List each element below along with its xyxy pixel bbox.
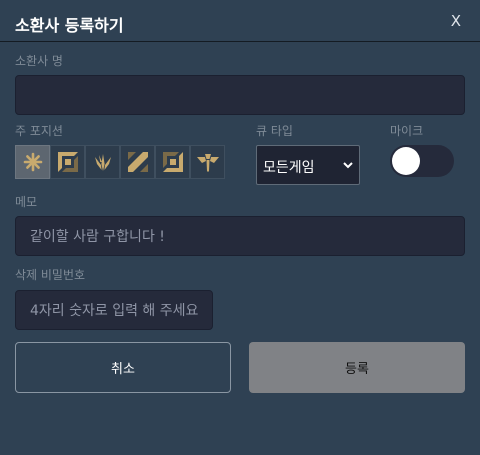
position-support-button[interactable] bbox=[190, 145, 225, 179]
memo-input[interactable]: 같이할 사람 구합니다 ! bbox=[15, 216, 465, 256]
toggle-knob bbox=[392, 147, 420, 175]
all-positions-icon bbox=[23, 152, 42, 172]
position-selector bbox=[15, 145, 225, 179]
position-top-button[interactable] bbox=[50, 145, 85, 179]
delete-password-label: 삭제 비밀번호 bbox=[15, 268, 86, 282]
position-label: 주 포지션 bbox=[15, 124, 63, 138]
cancel-button[interactable]: 취소 bbox=[15, 342, 231, 393]
mic-toggle[interactable] bbox=[390, 145, 454, 177]
position-mid-button[interactable] bbox=[120, 145, 155, 179]
queue-type-select[interactable]: 모든게임 bbox=[256, 145, 360, 185]
top-lane-icon bbox=[57, 152, 78, 172]
delete-password-input[interactable]: 4자리 숫자로 입력 해 주세요 bbox=[15, 290, 213, 330]
modal-title: 소환사 등록하기 bbox=[15, 16, 124, 35]
mic-label: 마이크 bbox=[390, 124, 424, 138]
queue-type-value: 모든게임 bbox=[263, 160, 315, 176]
close-button[interactable]: X bbox=[451, 12, 461, 30]
summoner-name-label: 소환사 명 bbox=[15, 54, 63, 68]
position-jungle-button[interactable] bbox=[85, 145, 120, 179]
chevron-down-icon bbox=[343, 162, 353, 169]
bottom-lane-icon bbox=[162, 152, 183, 172]
submit-button[interactable]: 등록 bbox=[249, 342, 465, 393]
modal-header: 소환사 등록하기 X bbox=[0, 0, 480, 42]
position-bottom-button[interactable] bbox=[155, 145, 190, 179]
delete-password-placeholder: 4자리 숫자로 입력 해 주세요 bbox=[30, 303, 199, 319]
register-summoner-modal: 소환사 등록하기 X 소환사 명 주 포지션 큐 타입 모든게임 마이크 메모 … bbox=[0, 0, 480, 455]
summoner-name-input[interactable] bbox=[15, 75, 465, 115]
support-icon bbox=[196, 154, 219, 172]
queue-type-label: 큐 타입 bbox=[256, 124, 293, 138]
position-all-button[interactable] bbox=[15, 145, 50, 179]
memo-label: 메모 bbox=[15, 195, 38, 209]
jungle-icon bbox=[94, 154, 111, 171]
mid-lane-icon bbox=[127, 152, 148, 172]
memo-placeholder: 같이할 사람 구합니다 ! bbox=[30, 229, 165, 245]
